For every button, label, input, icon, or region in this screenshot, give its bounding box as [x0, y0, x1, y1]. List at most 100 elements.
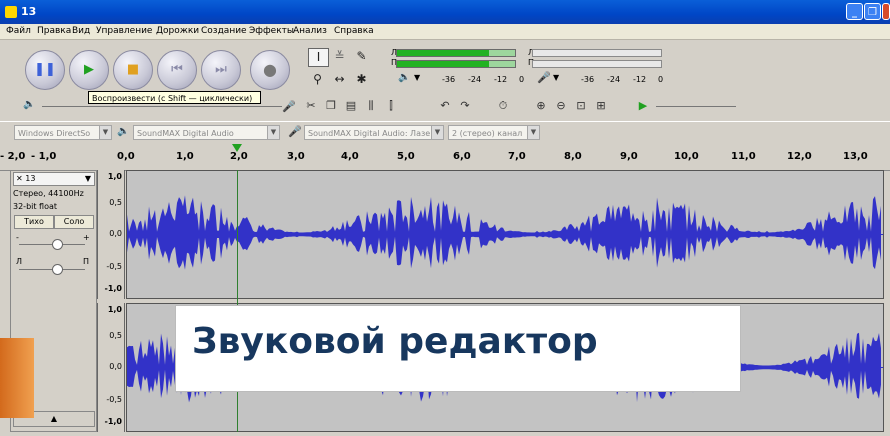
skip-start-icon: ⏮ — [171, 62, 183, 77]
scale-label: -0,5 — [106, 395, 122, 404]
undo-button[interactable]: ↶ — [436, 97, 454, 115]
input-device-select[interactable]: SoundMAX Digital Audio: Лазе ▼ — [304, 125, 444, 140]
play-position-marker — [232, 144, 242, 152]
input-device-icon: 🎤 — [288, 125, 302, 138]
copy-button[interactable]: ❐ — [322, 97, 340, 115]
chevron-up-icon: ▲ — [50, 414, 58, 423]
solo-button[interactable]: Соло — [54, 215, 94, 229]
record-meter-dropdown[interactable]: ▼ — [553, 73, 559, 82]
ruler-tick: 13,0 — [843, 151, 868, 162]
silence-button[interactable]: ⫿ — [382, 97, 400, 115]
pause-button[interactable]: ❚❚ — [25, 50, 65, 90]
cut-button[interactable]: ✂ — [302, 97, 320, 115]
track-bitdepth: 32-bit float — [13, 202, 58, 211]
menu-generate[interactable]: Создание — [201, 26, 247, 36]
paste-button[interactable]: ▤ — [342, 97, 360, 115]
stop-icon: ■ — [126, 62, 140, 77]
playback-meter-right — [396, 60, 516, 68]
scale-label: 1,0 — [107, 305, 122, 314]
meter-scale-24: -24 — [468, 75, 482, 84]
scissors-icon: ✂ — [306, 99, 316, 112]
track-title-bar[interactable]: ✕ 13 ▼ — [13, 172, 95, 186]
ruler-tick: 10,0 — [674, 151, 699, 162]
overlay-title: Звуковой редактор — [192, 321, 598, 362]
ruler-tick: 5,0 — [397, 151, 415, 162]
menu-edit[interactable]: Правка — [37, 26, 71, 36]
menu-transport[interactable]: Управление — [96, 26, 152, 36]
waveform-shape — [127, 195, 881, 270]
stop-button[interactable]: ■ — [113, 50, 153, 90]
output-device-icon: 🔈 — [117, 126, 130, 137]
scale-label: -0,5 — [106, 262, 122, 271]
sync-lock-button[interactable]: ⏱ — [494, 97, 512, 115]
playback-meter-left — [396, 49, 516, 57]
menu-view[interactable]: Вид — [72, 26, 90, 36]
trim-icon: ⫼ — [368, 99, 374, 112]
scale-label: -1,0 — [104, 417, 123, 426]
ruler-tick: 2,0 — [230, 151, 248, 162]
scale-channel-1: 1,0 0,5 0,0 -0,5 -1,0 — [97, 170, 125, 299]
redo-icon: ↷ — [460, 99, 470, 112]
envelope-tool[interactable]: ≚ — [330, 48, 349, 65]
playback-meter-dropdown[interactable]: ▼ — [414, 73, 420, 82]
cursor-i-icon: I — [316, 50, 321, 64]
meter-fill-right — [397, 61, 490, 67]
zoom-in-button[interactable]: ⊕ — [532, 97, 550, 115]
meter-scale-36: -36 — [442, 75, 456, 84]
scale-label: 0,5 — [109, 198, 122, 207]
play-speed-slider[interactable] — [656, 106, 736, 107]
rec-scale-0: 0 — [658, 75, 664, 84]
timeline-ruler[interactable]: - 2,0 - 1,0 0,0 1,0 2,0 3,0 4,0 5,0 6,0 … — [0, 144, 890, 171]
play-at-speed-button[interactable]: ▶ — [634, 97, 652, 115]
pan-slider-thumb[interactable] — [52, 264, 63, 275]
input-device-value: SoundMAX Digital Audio: Лазе — [308, 129, 431, 138]
menu-effects[interactable]: Эффекты — [249, 26, 294, 36]
channels-select[interactable]: 2 (стерео) канал ▼ — [448, 125, 540, 140]
time-shift-tool[interactable]: ↔ — [330, 71, 349, 88]
multi-tool[interactable]: ✱ — [352, 71, 371, 88]
maximize-button[interactable]: ❐ — [864, 3, 881, 20]
title-bar: 13 _ ❐ — [0, 0, 890, 24]
scale-label: 1,0 — [107, 172, 122, 181]
record-button[interactable]: ● — [250, 50, 290, 90]
minimize-button[interactable]: _ — [846, 3, 863, 20]
skip-to-end-button[interactable]: ⏭ — [201, 50, 241, 90]
selection-tool[interactable]: I — [308, 48, 329, 67]
close-track-icon[interactable]: ✕ — [16, 174, 23, 183]
output-device-select[interactable]: SoundMAX Digital Audio ▼ — [133, 125, 280, 140]
fit-selection-button[interactable]: ⊡ — [572, 97, 590, 115]
chevron-down-icon: ▼ — [267, 126, 279, 139]
zoom-tool[interactable]: ⚲ — [308, 71, 327, 88]
play-button[interactable]: ▶ — [69, 50, 109, 90]
speaker-icon: 🔈 — [398, 72, 411, 83]
output-volume-slider[interactable] — [42, 106, 282, 107]
waveform-channel-1[interactable] — [126, 170, 884, 299]
rec-scale-12: -12 — [633, 75, 647, 84]
menu-tracks[interactable]: Дорожки — [156, 26, 199, 36]
redo-button[interactable]: ↷ — [456, 97, 474, 115]
menu-analyze[interactable]: Анализ — [293, 26, 327, 36]
ruler-tick: 1,0 — [176, 151, 194, 162]
play-tooltip: Воспроизвести (с Shift — циклически) — [88, 91, 261, 104]
rec-scale-36: -36 — [581, 75, 595, 84]
track-menu-icon[interactable]: ▼ — [85, 173, 91, 185]
trim-button[interactable]: ⫼ — [362, 97, 380, 115]
menu-help[interactable]: Справка — [334, 26, 374, 36]
channels-value: 2 (стерео) канал — [452, 129, 523, 138]
chevron-down-icon: ▼ — [99, 126, 111, 139]
skip-to-start-button[interactable]: ⏮ — [157, 50, 197, 90]
draw-tool[interactable]: ✎ — [352, 48, 371, 65]
ruler-tick: 3,0 — [287, 151, 305, 162]
zoom-out-button[interactable]: ⊖ — [552, 97, 570, 115]
ruler-tick: 7,0 — [508, 151, 526, 162]
menu-file[interactable]: Файл — [6, 26, 31, 36]
fit-project-button[interactable]: ⊞ — [592, 97, 610, 115]
mute-button[interactable]: Тихо — [14, 215, 54, 229]
scale-label: 0,5 — [109, 331, 122, 340]
audio-host-select[interactable]: Windows DirectSo ▼ — [14, 125, 112, 140]
device-toolbar: Windows DirectSo ▼ 🔈 SoundMAX Digital Aud… — [0, 121, 890, 144]
zoom-in-icon: ⊕ — [536, 99, 546, 112]
close-button[interactable] — [882, 3, 890, 20]
gain-slider-thumb[interactable] — [52, 239, 63, 250]
time-shift-icon: ↔ — [334, 72, 345, 86]
